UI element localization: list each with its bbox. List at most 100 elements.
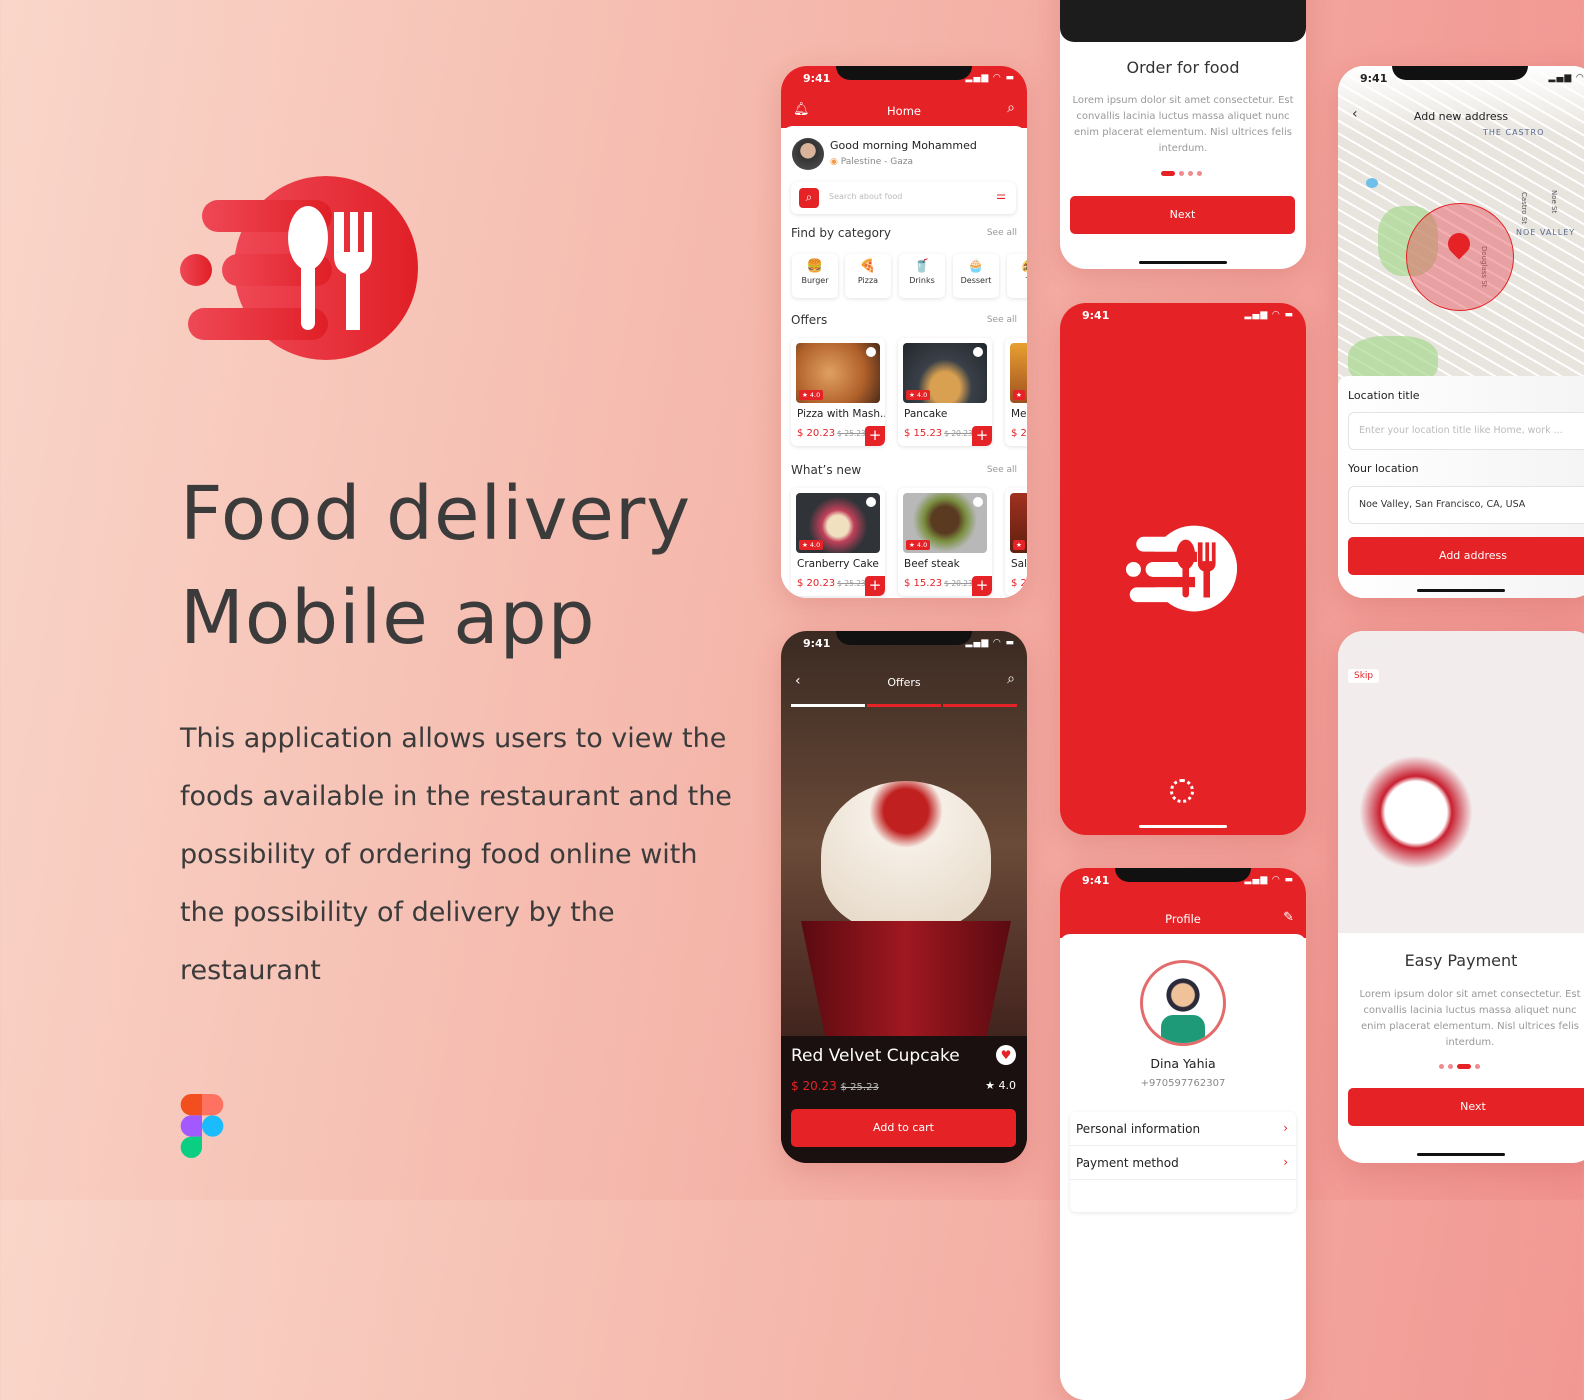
edit-icon[interactable]: ✎ (1283, 910, 1294, 925)
see-all-link[interactable]: See all (987, 228, 1017, 238)
add-to-cart-button[interactable]: Add to cart (791, 1109, 1016, 1147)
text-label: ▂▄▆ ◠ ▬ (1244, 310, 1294, 320)
food-card[interactable]: ★ Me $ 2 (1005, 338, 1027, 446)
category-drinks[interactable]: 🥤 Drinks (899, 254, 945, 298)
decoration (180, 1094, 202, 1116)
onboarding-body: Lorem ipsum dolor sit amet consectetur. … (1072, 95, 1294, 154)
location-title-label: Location title (1348, 389, 1420, 402)
decoration (301, 256, 315, 330)
decoration (1188, 171, 1193, 176)
menu-payment-method[interactable]: Payment method › (1070, 1146, 1296, 1180)
text-label: 9:41 (1360, 72, 1388, 85)
text-label: $ 2 (1011, 428, 1027, 439)
location-title-input[interactable]: Enter your location title like Home, wor… (1348, 412, 1584, 450)
decoration (1448, 1064, 1453, 1069)
text-label: Drinks (909, 276, 935, 285)
add-button[interactable]: + (865, 426, 885, 446)
onboarding-title: Order for food (1126, 58, 1240, 77)
food-card[interactable]: ★ Sal $ 2 (1005, 488, 1027, 596)
text-label: $ 15.23 (904, 428, 943, 439)
text-label: THE CASTRO (1483, 128, 1545, 137)
decoration (1161, 1015, 1205, 1043)
bell-icon[interactable]: 🔔︎ (793, 102, 810, 117)
decoration (867, 704, 941, 707)
location[interactable]: ◉ Palestine - Gaza (830, 157, 913, 167)
decoration: $ 20.23 $ 25.23 (797, 428, 866, 439)
text-label: 9:41 (1360, 637, 1388, 650)
food-card[interactable]: ★ 4.0 Pancake $ 15.23 $ 20.23 + (898, 338, 992, 446)
section-title: Find by category (791, 226, 891, 240)
favorite-icon[interactable] (866, 347, 876, 357)
food-card[interactable]: ★ 4.0 Pizza with Mash.. $ 20.23 $ 25.23 + (791, 338, 885, 446)
text-label: ★ 4.0 (799, 390, 824, 400)
text-label: 9:41 (803, 637, 831, 650)
text-label: 🍕 (859, 259, 877, 274)
text-label: $ 15.23 (904, 578, 943, 589)
text-label: Food delivery (180, 471, 692, 557)
text-label: 9:41 (1082, 309, 1110, 322)
text-label: $ 20.23 (797, 578, 836, 589)
profile-avatar[interactable] (1140, 960, 1226, 1046)
location-pin-icon: ◉ (830, 157, 838, 167)
text-label: Me (1011, 408, 1027, 420)
text-label: To (1026, 276, 1027, 285)
add-button[interactable]: + (972, 576, 992, 596)
onboarding-title: Easy Payment (1404, 951, 1518, 970)
food-card[interactable]: ★ 4.0 Beef steak $ 15.23 $ 20.23 + (898, 488, 992, 596)
decoration (1439, 1064, 1444, 1069)
text-label: Pizza (857, 276, 879, 285)
see-all-link[interactable]: See all (987, 465, 1017, 475)
avatar[interactable] (792, 138, 824, 170)
filter-icon[interactable]: ⚌ (996, 189, 1006, 202)
text-label: NOE VALLEY (1516, 228, 1576, 237)
decoration (1161, 171, 1175, 176)
heart-icon[interactable]: ♥ (996, 1045, 1016, 1065)
decoration: 9:41 ▂▄▆ ◠ ▬ (1338, 70, 1584, 88)
profile-phone: +970597762307 (1140, 1078, 1226, 1089)
search-icon[interactable]: ⌕ (1007, 671, 1015, 687)
search-icon[interactable]: ⌕ (1007, 100, 1015, 116)
decoration: 9:41 ▂▄▆ ◠ ▬ (1060, 872, 1306, 890)
decoration: $ 2 (1011, 428, 1027, 439)
next-button[interactable]: Next (1070, 196, 1295, 234)
menu-personal-information[interactable]: Personal information › (1070, 1112, 1296, 1146)
food-card[interactable]: ★ 4.0 Cranberry Cake $ 20.23 $ 25.23 + (791, 488, 885, 596)
category-more[interactable]: 🌮 To (1007, 254, 1027, 298)
text-label: $ 2 (1011, 578, 1027, 589)
section-title: Offers (791, 313, 828, 327)
see-all-link[interactable]: See all (987, 315, 1017, 325)
category-dessert[interactable]: 🧁 Dessert (953, 254, 999, 298)
text-label: 🍔 (806, 259, 824, 274)
decoration (202, 1094, 224, 1116)
decoration (1182, 562, 1189, 598)
favorite-icon[interactable] (973, 347, 983, 357)
text-label: Mobile app (180, 575, 596, 661)
add-button[interactable]: + (972, 426, 992, 446)
your-location-label: Your location (1348, 462, 1419, 475)
add-address-button[interactable]: Add address (1348, 537, 1584, 575)
promo-description: This application allows users to view th… (180, 723, 732, 986)
splash-screen: 9:41 ▂▄▆ ◠ ▬ (1060, 303, 1306, 835)
category-pizza[interactable]: 🍕 Pizza (845, 254, 891, 298)
favorite-icon[interactable] (973, 497, 983, 507)
your-location-input[interactable]: Noe Valley, San Francisco, CA, USA (1348, 486, 1584, 524)
decoration (1417, 1153, 1505, 1156)
text-label: $ 20.23 (791, 1079, 837, 1093)
text-label: Castro St (1520, 192, 1528, 224)
skip-button[interactable]: Skip (1348, 669, 1380, 683)
item-name: Red Velvet Cupcake (791, 1046, 960, 1066)
category-burger[interactable]: 🍔 Burger (792, 254, 838, 298)
decoration (1126, 562, 1141, 577)
favorite-icon[interactable] (866, 497, 876, 507)
search-input[interactable]: ⌕ Search about food ⚌ (791, 182, 1016, 214)
next-button[interactable]: Next (1348, 1088, 1584, 1126)
text-label: Pancake (904, 408, 948, 420)
text-label: Beef steak (904, 558, 960, 570)
status-icons: ▂▄▆ ◠ ▬ (965, 73, 1015, 83)
decoration (1139, 261, 1227, 264)
screen-title: Offers (887, 676, 921, 689)
figma-icon (180, 1094, 224, 1158)
add-button[interactable]: + (865, 576, 885, 596)
text-label: ▂▄▆ ◠ ▬ (1548, 73, 1584, 83)
text-label: Search about food (829, 192, 903, 201)
